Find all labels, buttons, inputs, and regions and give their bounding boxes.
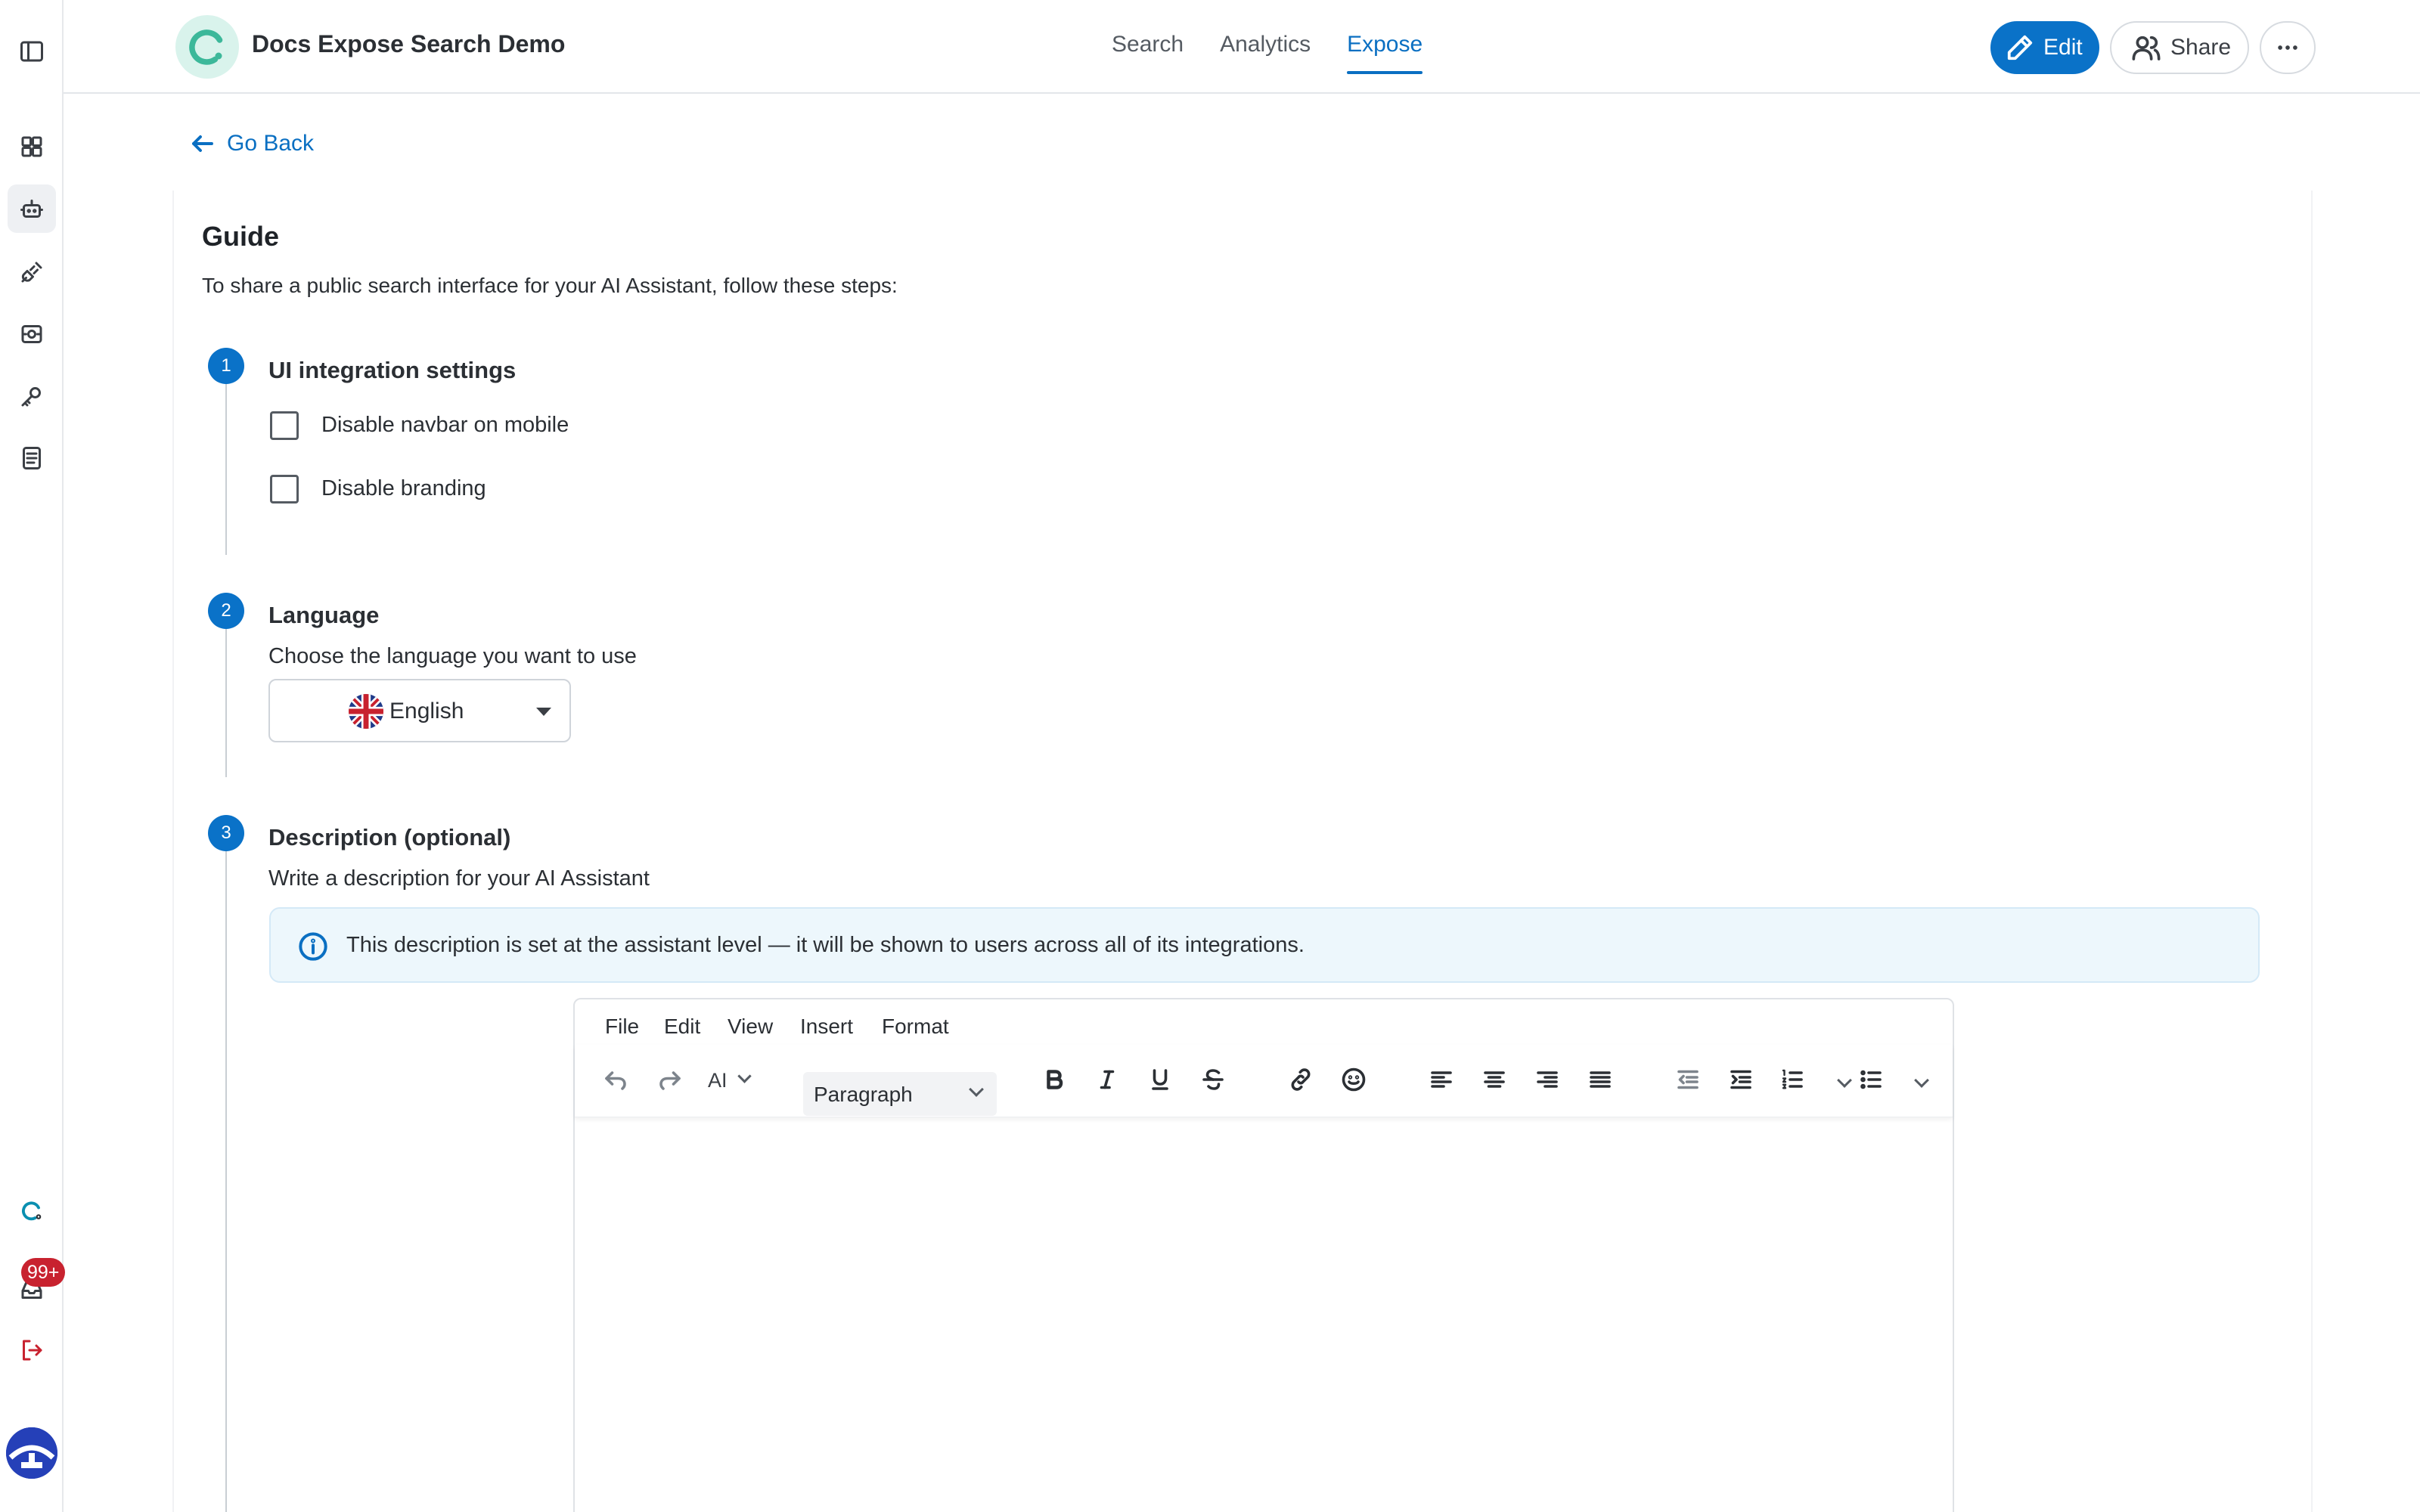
redo-icon[interactable]	[650, 1060, 690, 1099]
top-header: Docs Expose Search Demo Search Analytics…	[64, 0, 2420, 94]
tab-search[interactable]: Search	[1112, 0, 1184, 94]
step-title: Language	[268, 602, 380, 628]
users-icon	[2132, 36, 2161, 60]
step-connector	[225, 629, 227, 777]
editor-menubar: File Edit View Insert Format	[575, 999, 1953, 1045]
plug-icon[interactable]	[8, 248, 56, 296]
italic-icon[interactable]	[1087, 1060, 1127, 1099]
menu-insert[interactable]: Insert	[800, 1015, 853, 1039]
tab-analytics[interactable]: Analytics	[1220, 0, 1311, 94]
info-icon	[299, 932, 327, 961]
left-rail: 99+	[0, 0, 66, 1512]
language-select[interactable]: English	[268, 679, 571, 742]
step-title: Description (optional)	[268, 824, 511, 850]
app-logo	[175, 15, 239, 79]
language-select-value: English	[389, 699, 464, 723]
key-icon[interactable]	[8, 372, 56, 420]
ai-dropdown[interactable]: AI	[708, 1069, 752, 1092]
bot-icon[interactable]	[8, 184, 56, 233]
disable-branding-checkbox[interactable]	[270, 475, 299, 503]
share-button-label: Share	[2170, 35, 2232, 60]
tab-expose[interactable]: Expose	[1347, 0, 1423, 94]
strikethrough-icon[interactable]	[1193, 1060, 1233, 1099]
guide-description: To share a public search interface for y…	[202, 274, 898, 297]
logout-icon[interactable]	[8, 1326, 56, 1374]
brand-search-icon[interactable]	[8, 1187, 56, 1235]
align-right-icon[interactable]	[1528, 1060, 1567, 1099]
bullet-list-icon[interactable]	[1851, 1060, 1891, 1099]
panel-toggle-icon[interactable]	[8, 27, 56, 76]
outdent-icon[interactable]	[1668, 1060, 1708, 1099]
block-format-select[interactable]: Paragraph	[803, 1072, 997, 1116]
editor-content-area[interactable]	[575, 1120, 1953, 1512]
info-banner-text: This description is set at the assistant…	[346, 933, 1305, 957]
link-icon[interactable]	[1281, 1060, 1320, 1099]
description-editor[interactable]: File Edit View Insert Format AI Paragrap…	[573, 998, 1954, 1512]
step-number: 1	[208, 348, 244, 384]
menu-edit[interactable]: Edit	[664, 1015, 700, 1039]
notifications-badge: 99+	[21, 1258, 66, 1287]
edit-button[interactable]: Edit	[1990, 21, 2099, 74]
step-subtitle: Choose the language you want to use	[268, 644, 637, 668]
align-left-icon[interactable]	[1422, 1060, 1461, 1099]
guide-title: Guide	[202, 221, 280, 252]
grid-icon[interactable]	[8, 122, 56, 171]
step-number: 2	[208, 593, 244, 629]
chevron-down-icon	[737, 1069, 752, 1083]
go-back-link[interactable]: Go Back	[189, 130, 314, 157]
disable-navbar-checkbox[interactable]	[270, 411, 299, 440]
scan-icon[interactable]	[8, 310, 56, 358]
step-number: 3	[208, 815, 244, 851]
go-back-label: Go Back	[227, 131, 315, 156]
more-options-button[interactable]	[2260, 21, 2316, 74]
bold-icon[interactable]	[1035, 1060, 1074, 1099]
uk-flag-icon	[349, 694, 383, 729]
numbered-list-icon[interactable]	[1773, 1060, 1812, 1099]
nav-tabs: Search Analytics Expose	[1112, 0, 1459, 94]
more-horizontal-icon	[2278, 45, 2297, 50]
align-justify-icon[interactable]	[1581, 1060, 1620, 1099]
checkbox-label: Disable branding	[321, 476, 486, 500]
caret-down-icon	[536, 708, 551, 716]
edit-button-label: Edit	[2043, 35, 2083, 60]
info-banner: This description is set at the assistant…	[269, 907, 2260, 983]
menu-file[interactable]: File	[605, 1015, 639, 1039]
step-connector	[225, 851, 227, 1512]
step-connector	[225, 384, 227, 555]
share-button[interactable]: Share	[2110, 21, 2249, 74]
menu-view[interactable]: View	[728, 1015, 773, 1039]
step-title: UI integration settings	[268, 357, 517, 383]
document-icon[interactable]	[8, 434, 56, 482]
avatar[interactable]	[6, 1427, 57, 1479]
app-title: Docs Expose Search Demo	[252, 30, 566, 57]
align-center-icon[interactable]	[1475, 1060, 1514, 1099]
emoji-icon[interactable]	[1334, 1060, 1373, 1099]
pencil-icon	[2007, 35, 2033, 60]
checkbox-label: Disable navbar on mobile	[321, 413, 569, 437]
arrow-left-icon	[192, 135, 213, 152]
menu-format[interactable]: Format	[882, 1015, 949, 1039]
step-subtitle: Write a description for your AI Assistan…	[268, 866, 650, 891]
chevron-down-icon	[969, 1082, 984, 1097]
indent-icon[interactable]	[1721, 1060, 1761, 1099]
underline-icon[interactable]	[1140, 1060, 1180, 1099]
ai-dropdown-label: AI	[708, 1069, 728, 1092]
undo-icon[interactable]	[596, 1060, 635, 1099]
block-format-value: Paragraph	[814, 1083, 913, 1106]
